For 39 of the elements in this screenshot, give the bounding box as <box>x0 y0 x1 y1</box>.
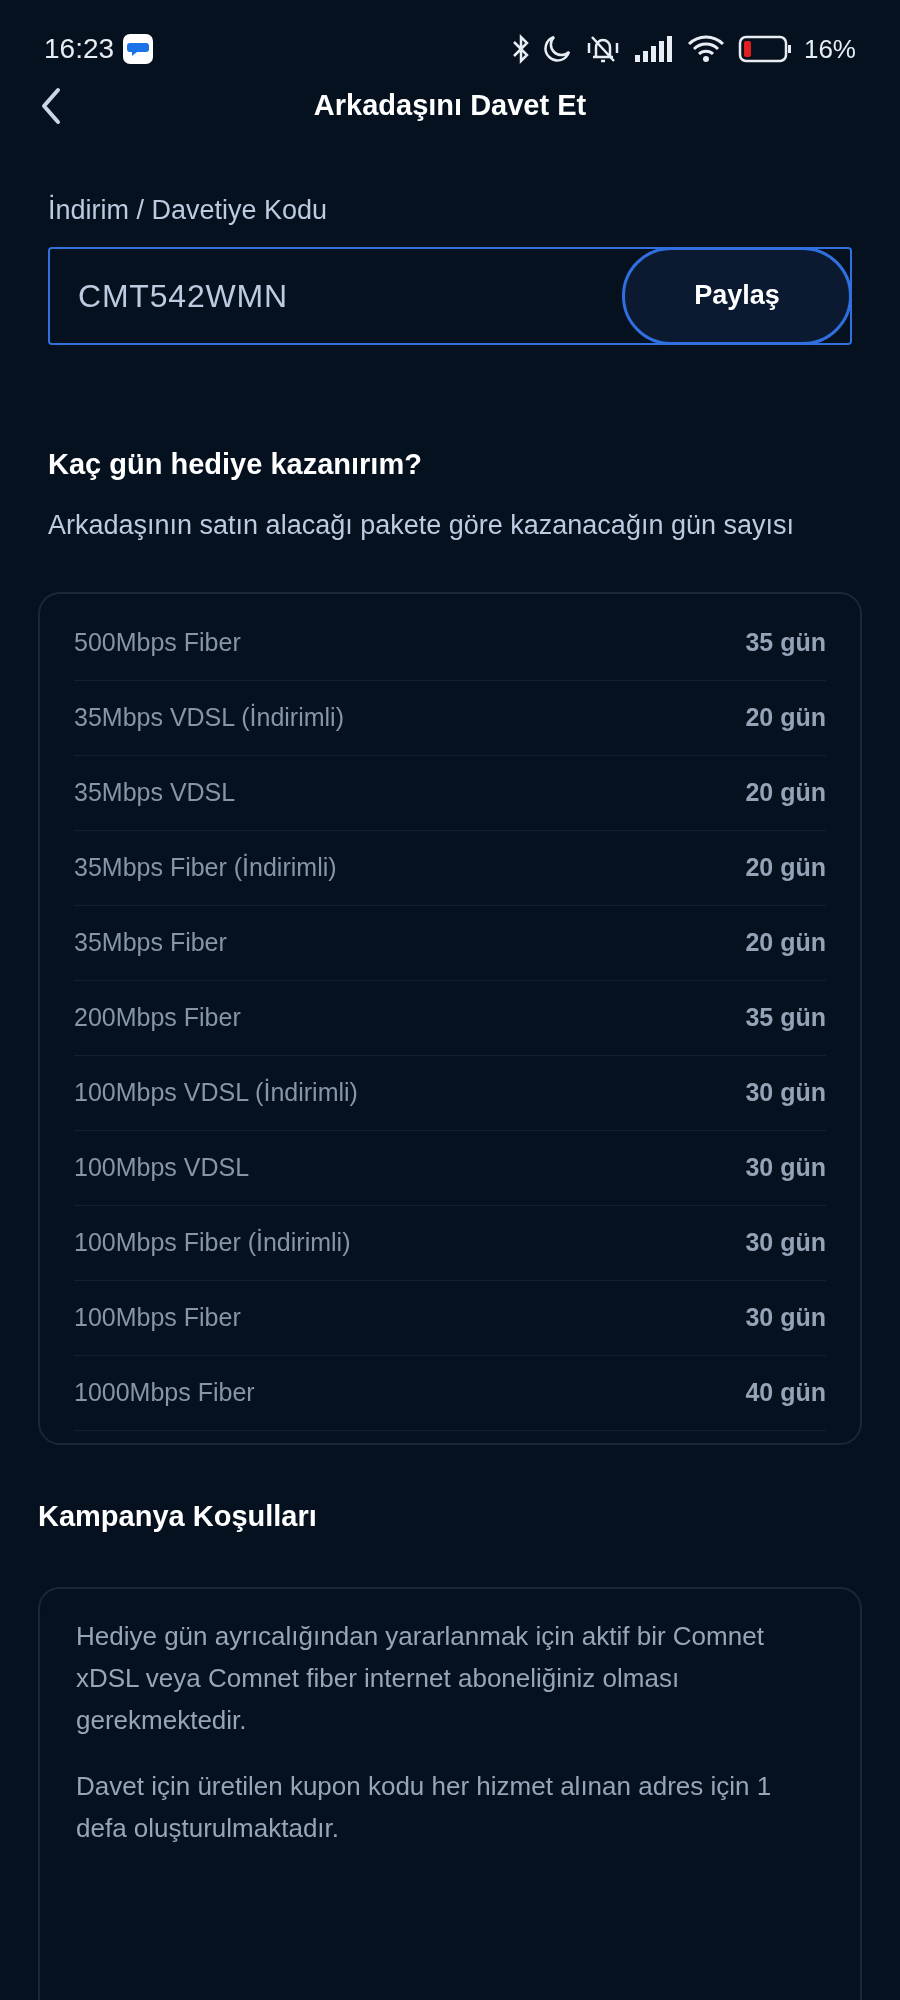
messages-icon <box>122 33 155 65</box>
moon-icon <box>541 34 572 64</box>
section-heading: Kaç gün hediye kazanırım? <box>48 446 423 482</box>
gift-days: 30 gün <box>745 1149 826 1187</box>
code-field[interactable]: CMT542WMN Paylaş <box>48 246 852 345</box>
section-heading: Kampanya Koşulları <box>38 1499 318 1534</box>
page-title: Arkadaşını Davet Et <box>313 88 587 124</box>
wifi-icon <box>685 33 726 65</box>
field-label: İndirim / Davetiye Kodu <box>48 193 329 227</box>
section-subtitle: Arkadaşının satın alacağı pakete göre kazanacağın gün sayısı <box>48 509 795 542</box>
gift-days: 20 gün <box>745 849 826 887</box>
battery-percent: 16% <box>803 32 856 66</box>
gift-days: 35 gün <box>745 624 826 662</box>
gift-days: 40 gün <box>745 1374 826 1412</box>
status-time: 16:23 <box>44 32 115 66</box>
signal-icon <box>633 35 674 63</box>
package-name: 500Mbps Fiber <box>74 627 241 659</box>
gift-days: 30 gün <box>745 1224 826 1262</box>
share-button[interactable]: Paylaş <box>622 246 852 345</box>
terms-paragraph: Hediye gün ayrıcalığından yararlanmak için aktif bir Comnet xDSL veya Comnet fiber internet aboneliğiniz olması gerekmektedir. <box>76 1619 765 1737</box>
package-name: 200Mbps Fiber <box>74 1002 241 1034</box>
gift-days: 30 gün <box>745 1074 826 1112</box>
package-name: 100Mbps VDSL <box>74 1152 250 1184</box>
package-name: 35Mbps Fiber (İndirimli) <box>74 852 337 884</box>
gift-days: 20 gün <box>745 924 826 962</box>
package-name: 35Mbps VDSL (İndirimli) <box>74 702 344 734</box>
battery-icon <box>737 35 792 63</box>
package-name: 35Mbps VDSL <box>74 777 236 809</box>
gift-days: 20 gün <box>745 774 826 812</box>
package-name: 1000Mbps Fiber <box>74 1377 255 1409</box>
package-name: 100Mbps VDSL (İndirimli) <box>74 1077 358 1109</box>
gift-days: 20 gün <box>745 699 826 737</box>
package-name: 100Mbps Fiber <box>74 1302 241 1334</box>
terms-paragraph: Davet için üretilen kupon kodu her hizmet alınan adres için 1 defa oluşturulmaktadır. <box>76 1769 773 1845</box>
gift-days: 35 gün <box>745 999 826 1037</box>
gift-days: 30 gün <box>745 1299 826 1337</box>
bluetooth-icon <box>511 33 530 65</box>
package-name: 100Mbps Fiber (İndirimli) <box>74 1227 351 1259</box>
package-name: 35Mbps Fiber <box>74 927 227 959</box>
